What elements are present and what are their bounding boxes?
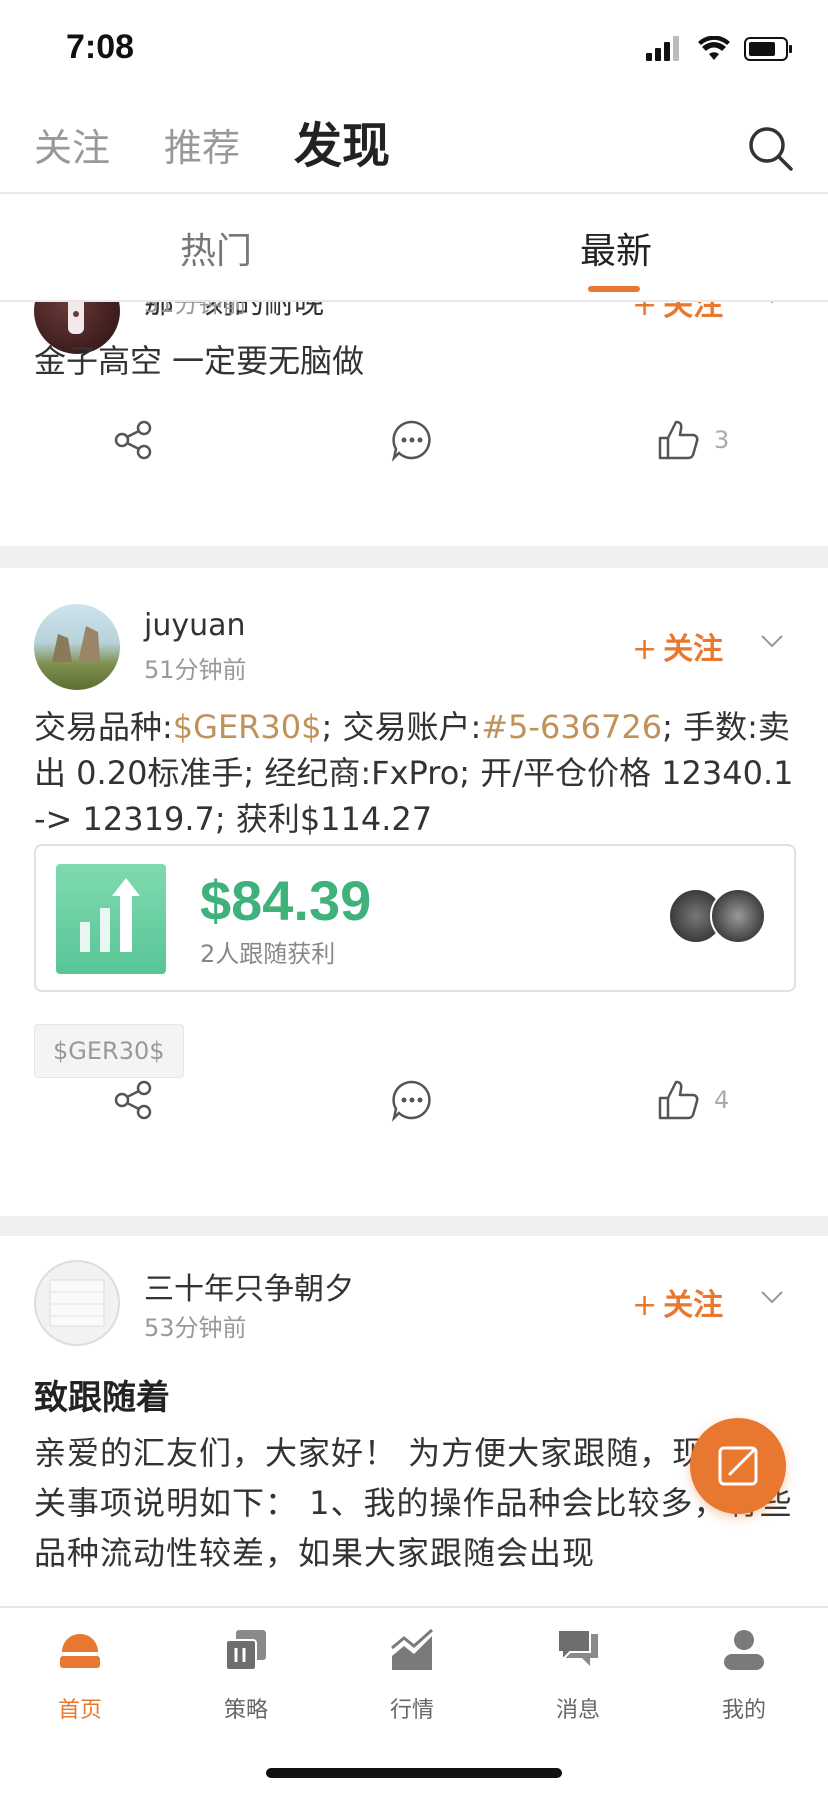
post-time: 51分钟前	[144, 300, 247, 318]
home-icon	[60, 1634, 100, 1668]
symbol-tag[interactable]: $GER30$	[34, 1024, 184, 1078]
profile-icon	[724, 1630, 764, 1670]
symbol-link[interactable]: $GER30$	[173, 708, 322, 746]
follow-button[interactable]: + 关注	[632, 300, 723, 324]
avatar[interactable]	[34, 1260, 120, 1346]
text-segment: ; 交易账户:	[321, 708, 482, 746]
post-text: 金子高空 一定要无脑做	[34, 342, 365, 380]
tab-recommend[interactable]: 推荐	[164, 117, 240, 172]
follow-button[interactable]: + 关注	[632, 624, 723, 668]
post-username[interactable]: juyuan	[144, 608, 246, 643]
tab-home[interactable]: 首页	[20, 1626, 140, 1724]
post-actions: 3	[0, 418, 828, 478]
plus-icon: +	[632, 300, 658, 323]
message-icon	[557, 1629, 598, 1666]
like-count: 4	[714, 1086, 730, 1114]
follower-avatars	[668, 888, 766, 944]
battery-icon	[744, 37, 792, 61]
tab-label: 行情	[389, 1698, 434, 1723]
post-card: juyuan 51分钟前 + 关注 交易品种:$GER30$; 交易账户:#5-6…	[0, 568, 828, 1122]
account-link[interactable]: #5-636726	[481, 708, 662, 746]
profit-amount: $84.39	[200, 869, 372, 932]
tab-discover[interactable]: 发现	[294, 106, 390, 176]
search-icon[interactable]	[746, 124, 794, 172]
wifi-icon	[698, 36, 730, 60]
feed[interactable]: 那一刻的耐晚 51分钟前 + 关注 金子高空 一定要无脑做 3 juyuan 5…	[0, 300, 828, 1604]
share-icon[interactable]	[112, 1078, 156, 1122]
profit-followers-text: 2人跟随获利	[200, 940, 336, 968]
post-actions: 4	[0, 1078, 828, 1138]
avatar	[710, 888, 766, 944]
tab-label: 策略	[223, 1698, 268, 1723]
status-time: 7:08	[66, 28, 135, 66]
like-icon[interactable]	[656, 1078, 700, 1122]
tab-hot[interactable]: 热门	[180, 222, 252, 274]
follow-label: 关注	[663, 632, 724, 667]
cellular-signal-icon	[646, 36, 679, 61]
profit-chart-icon	[56, 864, 166, 974]
comment-icon[interactable]	[390, 418, 434, 462]
chevron-down-icon[interactable]	[760, 634, 784, 648]
post-time: 53分钟前	[144, 1314, 247, 1342]
tab-strategy[interactable]: 策略	[186, 1626, 306, 1724]
plus-icon: +	[632, 1288, 658, 1323]
post-time: 51分钟前	[144, 656, 247, 684]
post-card: 那一刻的耐晚 51分钟前 + 关注 金子高空 一定要无脑做 3	[0, 300, 828, 546]
avatar[interactable]	[34, 604, 120, 690]
tab-label: 我的	[721, 1698, 766, 1723]
status-icons	[646, 34, 794, 64]
tab-label: 首页	[57, 1698, 102, 1723]
top-nav: 关注 推荐 发现	[0, 100, 828, 194]
profit-card[interactable]: $84.39 2人跟随获利	[34, 844, 796, 992]
feed-divider	[0, 1216, 828, 1236]
edit-icon	[718, 1446, 758, 1486]
text-segment: 交易品种:	[34, 708, 173, 746]
tab-messages[interactable]: 消息	[518, 1626, 638, 1724]
tab-latest[interactable]: 最新	[580, 222, 652, 274]
tab-profile[interactable]: 我的	[684, 1626, 804, 1724]
sub-nav: 热门 最新	[0, 194, 828, 302]
status-bar: 7:08	[0, 0, 828, 100]
strategy-icon	[225, 1630, 266, 1671]
like-icon[interactable]	[656, 418, 700, 462]
post-text: 亲爱的汇友们，大家好！ 为方便大家跟随，现将有关事项说明如下： 1、我的操作品种…	[34, 1434, 793, 1572]
post-title: 致跟随着	[34, 1378, 170, 1418]
follow-button[interactable]: + 关注	[632, 1280, 723, 1324]
like-count: 3	[714, 426, 730, 454]
compose-button[interactable]	[690, 1418, 786, 1514]
share-icon[interactable]	[112, 418, 156, 462]
post-username[interactable]: 三十年只争朝夕	[144, 1264, 354, 1308]
follow-label: 关注	[663, 1288, 724, 1323]
post-text: 交易品种:$GER30$; 交易账户:#5-636726; 手数:卖出 0.20…	[34, 704, 794, 842]
plus-icon: +	[632, 632, 658, 667]
tab-label: 消息	[555, 1698, 600, 1723]
avatar-image-icon	[52, 626, 100, 662]
active-tab-indicator	[588, 286, 640, 292]
tab-bar: 首页 策略 行情 消息 我的	[0, 1606, 828, 1794]
market-icon	[391, 1628, 433, 1670]
comment-icon[interactable]	[390, 1078, 434, 1122]
follow-label: 关注	[663, 300, 724, 323]
tab-market[interactable]: 行情	[352, 1626, 472, 1724]
home-indicator	[266, 1768, 562, 1778]
tab-follow[interactable]: 关注	[34, 117, 110, 172]
feed-divider	[0, 546, 828, 568]
avatar-image-icon	[49, 1279, 105, 1327]
chevron-down-icon[interactable]	[760, 1290, 784, 1304]
